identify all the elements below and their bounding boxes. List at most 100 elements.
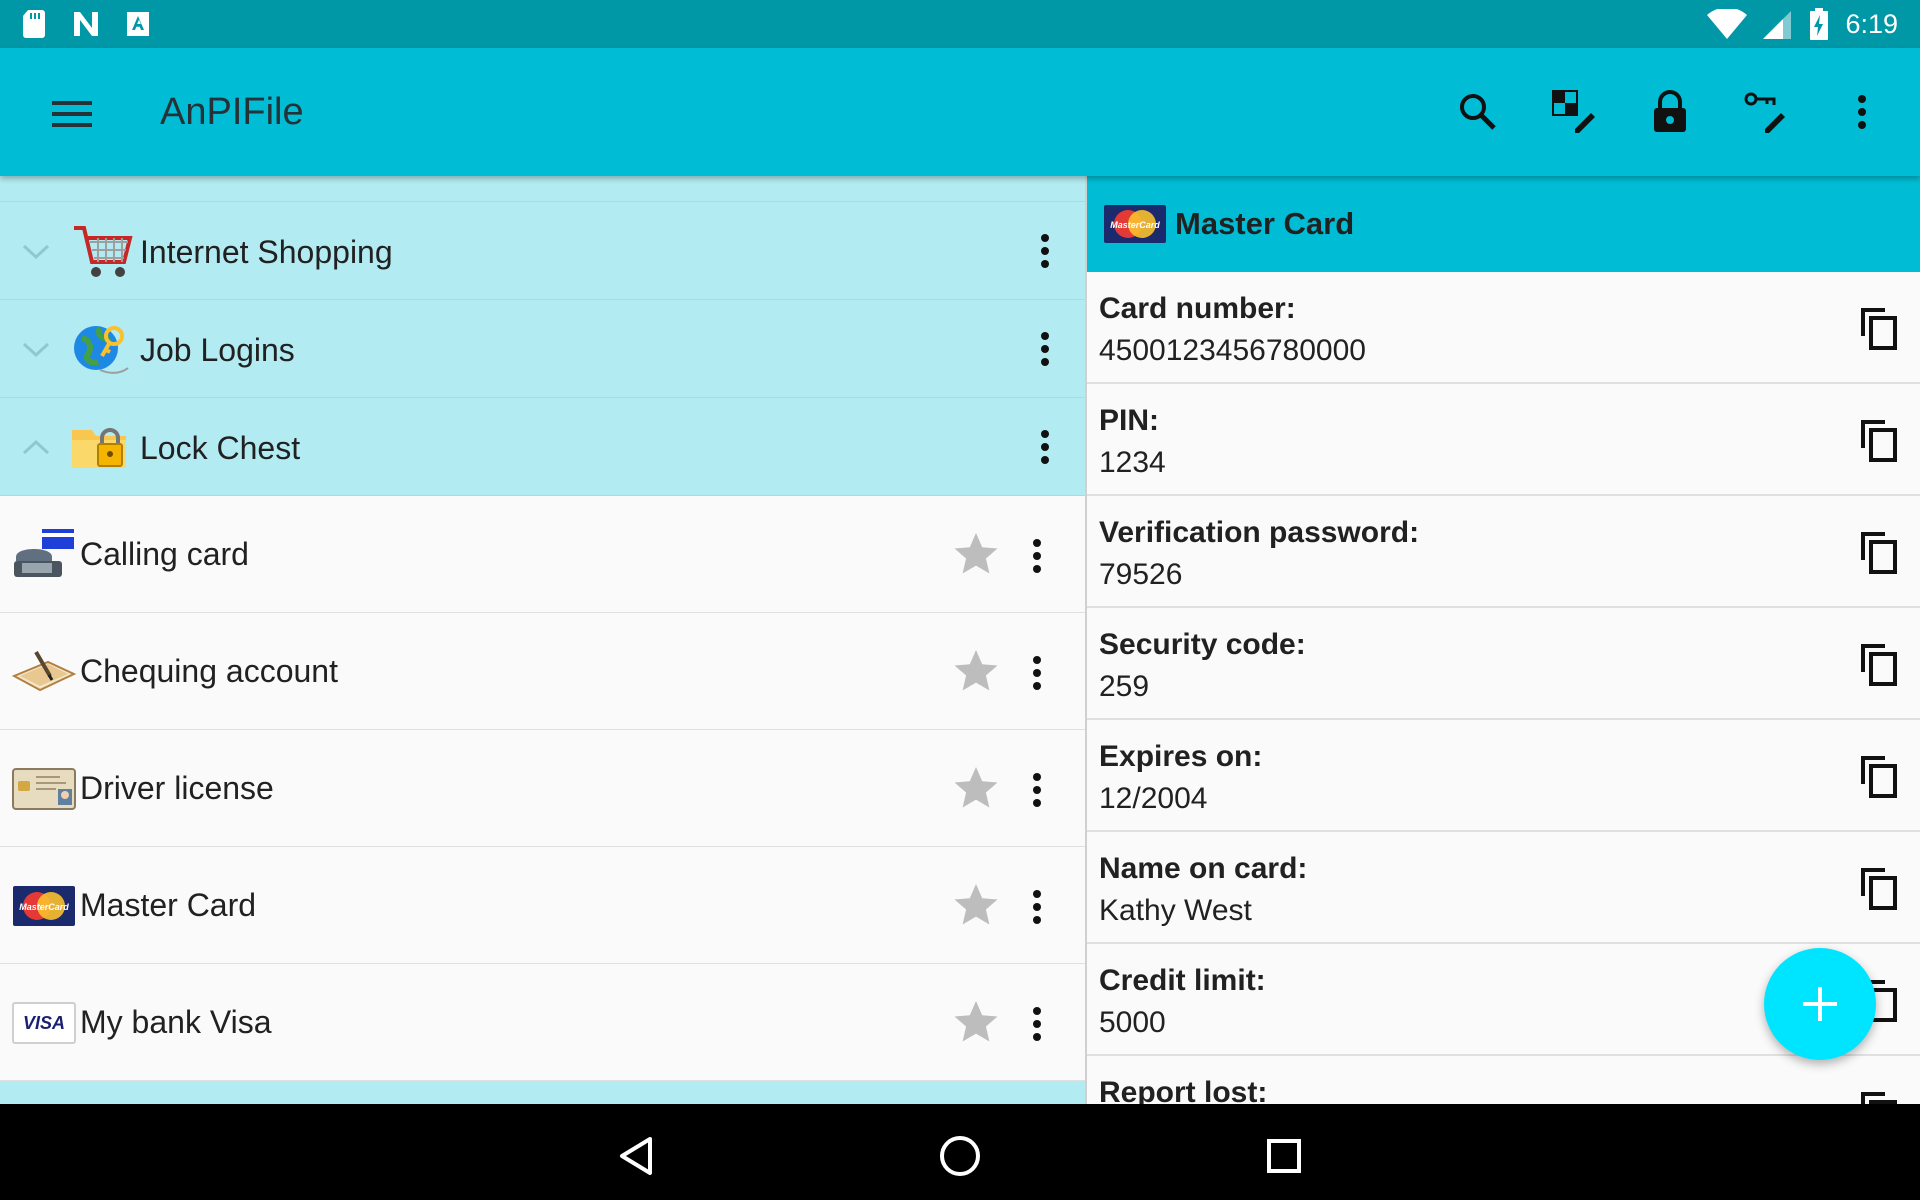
field-label: Card number: [1099,292,1296,325]
category-list: Internet Shopping Job Logins Lock Chest … [0,176,1085,1104]
group-label: Internet Shopping [140,234,393,270]
group-more-button[interactable] [1030,423,1060,471]
sd-card-icon [23,10,45,38]
more-vert-icon [1033,890,1041,924]
field-value[interactable]: Kathy West [1099,894,1252,928]
list-item-master-card[interactable]: MasterCard Master Card [0,847,1085,964]
chevron-up-icon[interactable] [20,431,52,463]
menu-button[interactable] [44,86,100,142]
lock-icon [1654,90,1686,132]
key-edit-icon [1744,92,1785,133]
field-value[interactable]: 4500123456780000 [1099,334,1366,368]
chevron-down-icon[interactable] [20,235,52,267]
recents-square-icon [1267,1139,1301,1173]
chevron-down-icon[interactable] [20,333,52,365]
detail-title: Master Card [1175,206,1355,241]
field-value[interactable]: 79526 [1099,558,1182,592]
copy-icon[interactable] [1855,528,1903,576]
star-icon[interactable] [952,998,1000,1046]
edit-grid-icon [1552,90,1595,133]
copy-icon[interactable] [1855,752,1903,800]
star-icon[interactable] [952,647,1000,695]
star-icon[interactable] [952,530,1000,578]
copy-icon[interactable] [1855,416,1903,464]
mastercard-icon: MasterCard [13,886,75,926]
group-label: Lock Chest [140,430,301,466]
field-value[interactable]: 259 [1099,670,1149,704]
lock-button[interactable] [1642,84,1698,140]
field-label: Expires on: [1099,740,1263,773]
item-label: Driver license [80,770,274,806]
field-expires-on: Expires on: 12/2004 [1087,720,1920,832]
field-name-on-card: Name on card: Kathy West [1087,832,1920,944]
recents-button[interactable] [1256,1128,1312,1184]
n-icon [74,12,98,36]
shopping-cart-icon [74,226,133,277]
group-label: Job Logins [140,332,295,368]
item-label: Master Card [80,887,257,923]
item-label: Chequing account [80,653,338,689]
navigation-bar [0,1104,1920,1200]
more-vert-icon [1033,656,1041,690]
search-button[interactable] [1450,84,1506,140]
signal-icon [1763,11,1792,39]
group-internet-shopping[interactable]: Internet Shopping [0,202,1085,300]
item-more-button[interactable] [1022,1000,1052,1048]
field-value[interactable]: 5000 [1099,1006,1166,1040]
clock: 6:19 [1845,8,1898,39]
key-edit-button[interactable] [1738,84,1794,140]
group-more-button[interactable] [1030,325,1060,373]
field-pin: PIN: 1234 [1087,384,1920,496]
field-label: PIN: [1099,404,1159,437]
wifi-icon [1707,9,1748,39]
add-button[interactable] [1764,948,1876,1060]
field-value[interactable]: 12/2004 [1099,782,1207,816]
edit-grid-button[interactable] [1546,84,1602,140]
hamburger-icon [52,101,92,127]
overflow-menu-button[interactable] [1834,84,1890,140]
more-vert-icon [1033,773,1041,807]
star-icon[interactable] [952,764,1000,812]
back-button[interactable] [608,1128,664,1184]
notification-icons [22,10,150,38]
visa-icon: VISA [12,1002,76,1044]
field-security-code: Security code: 259 [1087,608,1920,720]
cheque-pen-icon [12,650,76,692]
field-value[interactable]: 1234 [1099,446,1166,480]
item-more-button[interactable] [1022,649,1052,697]
more-vert-icon [1033,1007,1041,1041]
plus-icon [1803,987,1837,1021]
mastercard-logo-text: MasterCard [19,902,69,912]
item-more-button[interactable] [1022,883,1052,931]
group-more-button[interactable] [1030,227,1060,275]
status-bar: 6:19 [0,0,1920,48]
group-job-logins[interactable]: Job Logins [0,300,1085,398]
list-item-my-bank-visa[interactable]: VISA My bank Visa [0,964,1085,1081]
field-label: Name on card: [1099,852,1308,885]
field-report-lost: Report lost: [1087,1056,1920,1104]
visa-logo-text: VISA [23,1013,65,1033]
star-icon[interactable] [952,881,1000,929]
item-more-button[interactable] [1022,766,1052,814]
more-vert-icon [1858,95,1866,129]
field-label: Verification password: [1099,516,1420,549]
copy-icon[interactable] [1855,304,1903,352]
more-vert-icon [1041,234,1049,268]
home-button[interactable] [932,1128,988,1184]
copy-icon[interactable] [1855,1088,1903,1104]
copy-icon[interactable] [1855,640,1903,688]
list-item-driver-license[interactable]: Driver license [0,730,1085,847]
list-item-calling-card[interactable]: Calling card [0,496,1085,613]
locked-folder-icon [72,428,126,468]
list-item-chequing-account[interactable]: Chequing account [0,613,1085,730]
search-icon [1460,94,1496,130]
item-more-button[interactable] [1022,532,1052,580]
globe-key-icon [74,326,129,374]
license-card-icon [12,768,76,810]
copy-icon[interactable] [1855,864,1903,912]
group-lock-chest[interactable]: Lock Chest [0,398,1085,496]
field-card-number: Card number: 4500123456780000 [1087,272,1920,384]
field-label: Credit limit: [1099,964,1266,997]
home-circle-icon [940,1136,980,1176]
battery-charging-icon [1810,8,1829,40]
